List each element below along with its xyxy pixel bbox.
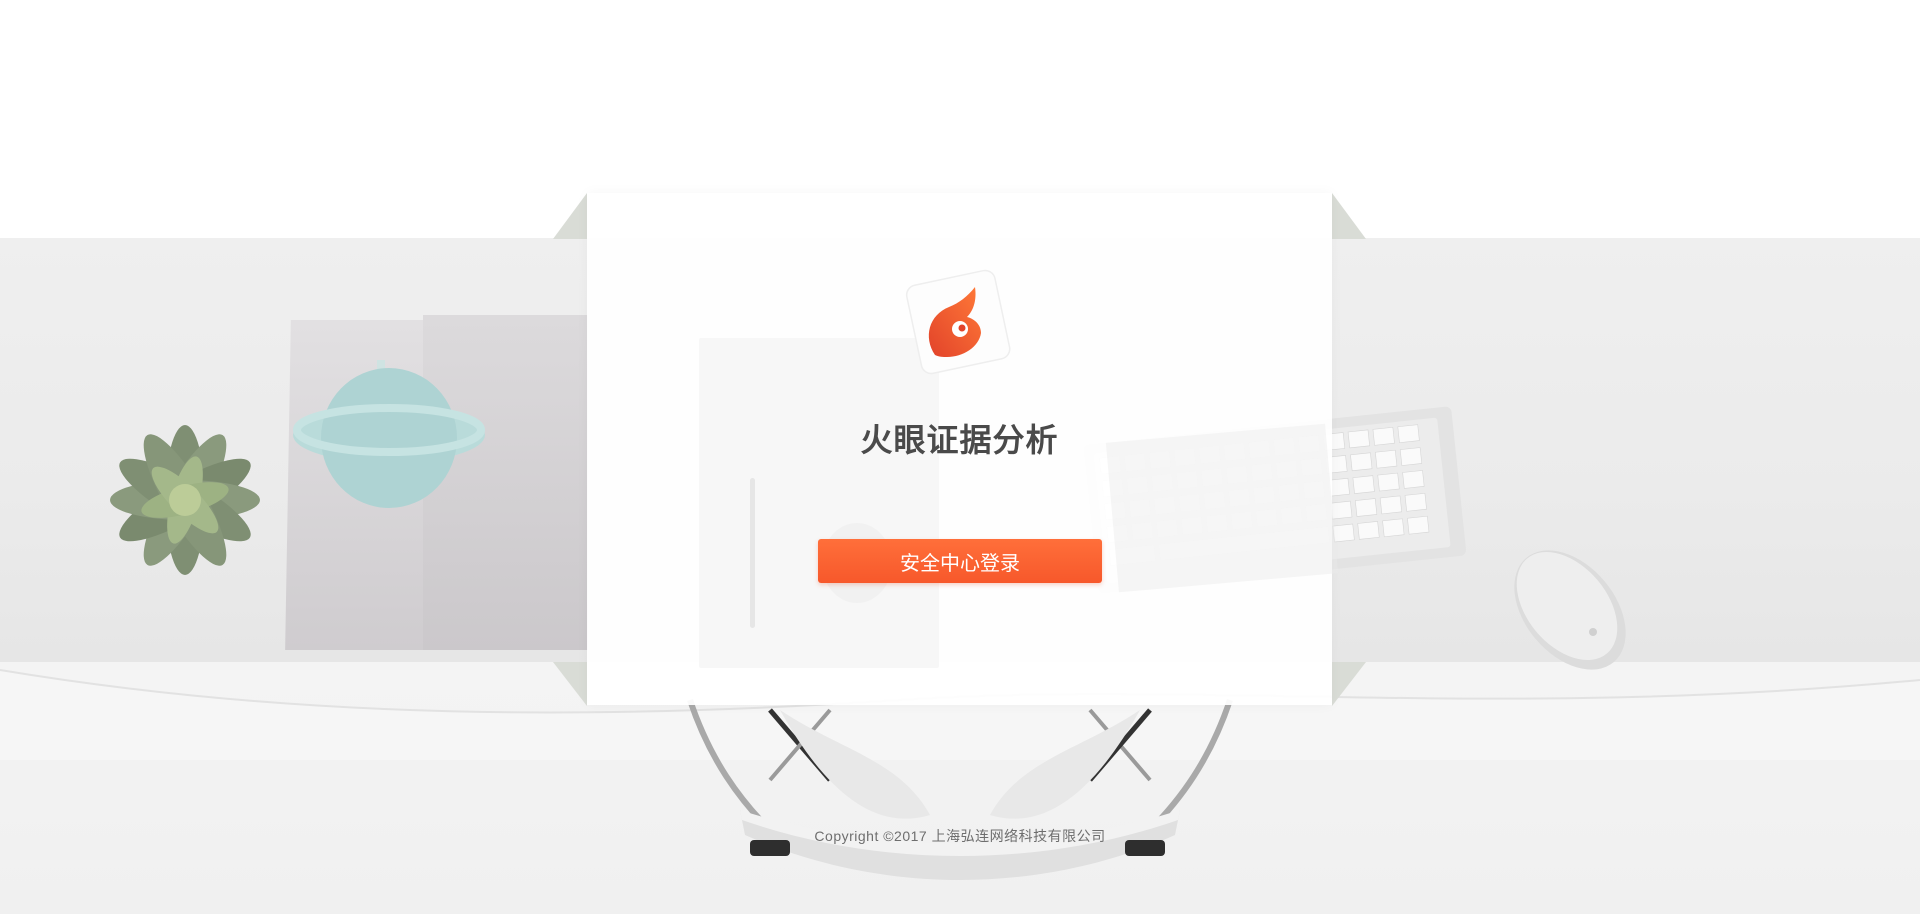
card-corner-decoration bbox=[553, 662, 587, 706]
pen-decoration bbox=[750, 478, 755, 628]
copyright-text: Copyright ©2017 上海弘连网络科技有限公司 bbox=[814, 828, 1106, 844]
mouse-decoration bbox=[1514, 550, 1626, 670]
login-page: 火眼证据分析 安全中心登录 Copyright ©2017 上海弘连网络科技有限… bbox=[0, 0, 1920, 914]
card-corner-decoration bbox=[1332, 662, 1366, 706]
app-title: 火眼证据分析 bbox=[860, 422, 1059, 458]
flame-eye-logo-icon bbox=[905, 269, 1011, 375]
login-card: 火眼证据分析 安全中心登录 bbox=[587, 193, 1339, 705]
card-corner-decoration bbox=[1332, 193, 1366, 239]
lamp-decoration bbox=[293, 360, 485, 508]
security-center-login-button[interactable]: 安全中心登录 bbox=[818, 539, 1102, 583]
notebook-decoration bbox=[699, 338, 939, 668]
card-corner-decoration bbox=[553, 193, 587, 239]
succulent-plant-decoration bbox=[110, 425, 260, 575]
